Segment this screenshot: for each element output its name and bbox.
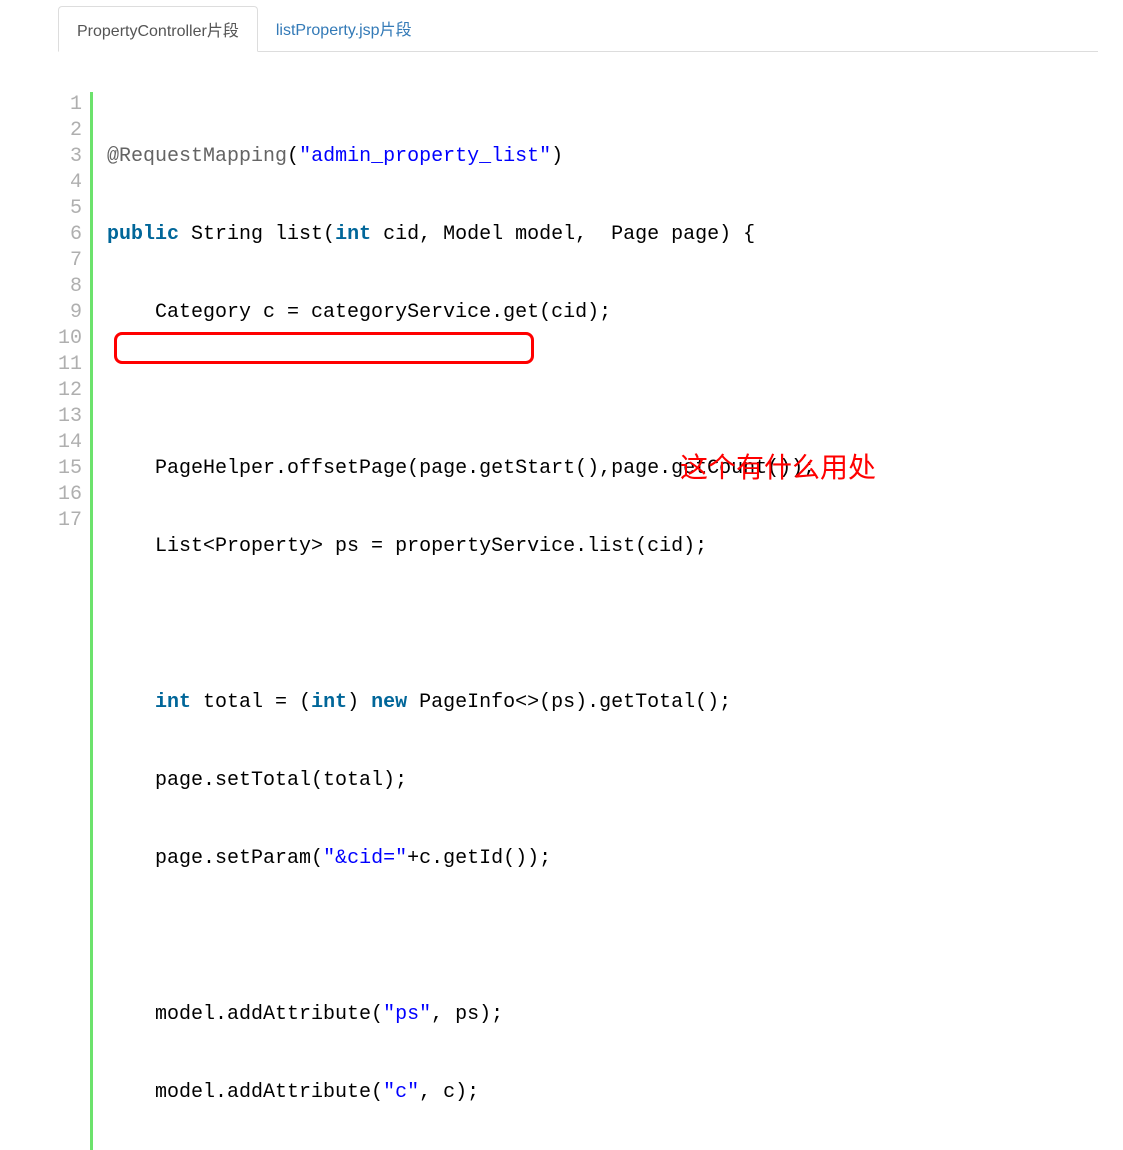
line-number: 16 [58,482,82,508]
line-number: 9 [58,300,82,326]
code-block: 1 2 3 4 5 6 7 8 9 10 11 12 13 14 15 16 1… [58,92,1123,1150]
line-number: 5 [58,196,82,222]
line-number: 13 [58,404,82,430]
line-number: 12 [58,378,82,404]
line-number: 6 [58,222,82,248]
code-line: model.addAttribute("c", c); [107,1080,815,1106]
line-number: 4 [58,170,82,196]
line-number: 14 [58,430,82,456]
line-number: 8 [58,274,82,300]
code-line: int total = (int) new PageInfo<>(ps).get… [107,690,815,716]
code-line [107,612,815,638]
line-number: 2 [58,118,82,144]
tab-list-property-jsp[interactable]: listProperty.jsp片段 [258,6,430,51]
code-line [107,924,815,950]
code-line: model.addAttribute("ps", ps); [107,1002,815,1028]
code-line: Category c = categoryService.get(cid); [107,300,815,326]
line-number: 7 [58,248,82,274]
line-number: 17 [58,508,82,534]
tab-property-controller[interactable]: PropertyController片段 [58,6,258,52]
line-number: 3 [58,144,82,170]
code-line: public String list(int cid, Model model,… [107,222,815,248]
line-number: 10 [58,326,82,352]
code-line [107,378,815,404]
line-number: 1 [58,92,82,118]
line-number: 15 [58,456,82,482]
line-number: 11 [58,352,82,378]
annotation-text: 这个有什么用处 [680,446,876,486]
code-line: List<Property> ps = propertyService.list… [107,534,815,560]
tabs: PropertyController片段 listProperty.jsp片段 [58,6,1098,52]
code-line: page.setParam("&cid="+c.getId()); [107,846,815,872]
code-line: @RequestMapping("admin_property_list") [107,144,815,170]
code-line: page.setTotal(total); [107,768,815,794]
line-number-gutter: 1 2 3 4 5 6 7 8 9 10 11 12 13 14 15 16 1… [58,92,93,1150]
code-content: @RequestMapping("admin_property_list") p… [93,92,815,1150]
